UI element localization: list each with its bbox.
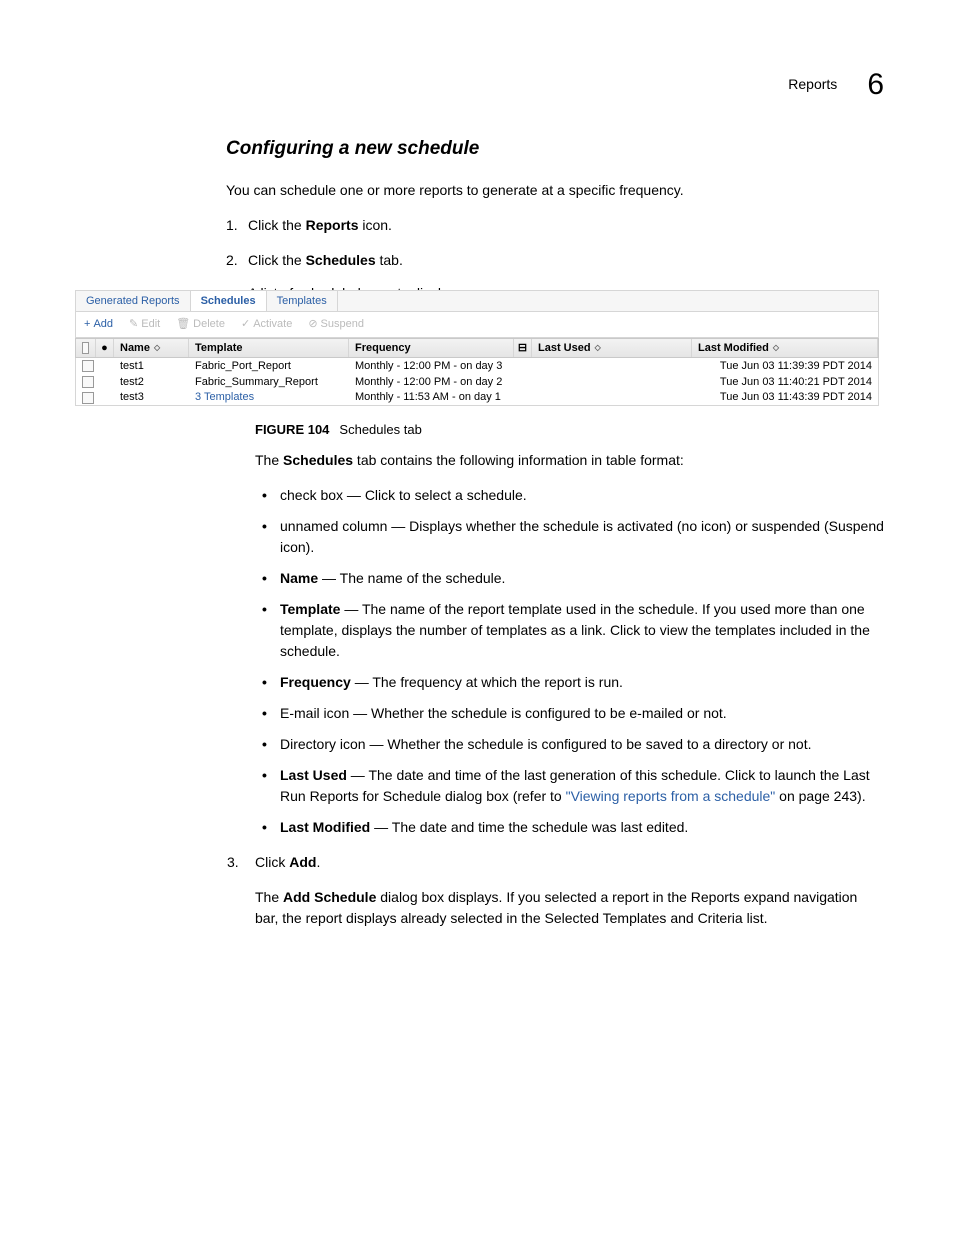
- bullet-unnamed: unnamed column — Displays whether the sc…: [280, 516, 884, 558]
- bullet-last-modified: Last Modified — The date and time the sc…: [280, 817, 884, 838]
- bullet-last-used: Last Used — The date and time of the las…: [280, 765, 884, 807]
- bullet-directory: Directory icon — Whether the schedule is…: [280, 734, 884, 755]
- tab-schedules[interactable]: Schedules: [191, 291, 267, 311]
- step-1: 1. Click the Reports icon.: [248, 215, 884, 236]
- page-header: Reports 6: [788, 62, 884, 107]
- pencil-icon: ✎: [129, 316, 138, 333]
- tab-templates[interactable]: Templates: [267, 291, 338, 311]
- sort-icon: ◇: [154, 342, 160, 354]
- section-label: Reports: [788, 74, 837, 95]
- col-checkbox[interactable]: [76, 339, 96, 357]
- section-heading: Configuring a new schedule: [226, 135, 884, 164]
- step-3: 3. Click Add. The Add Schedule dialog bo…: [255, 852, 884, 929]
- delete-button[interactable]: 🗑Delete: [168, 316, 233, 333]
- viewing-reports-link[interactable]: "Viewing reports from a schedule": [566, 788, 776, 804]
- sort-icon: ◇: [773, 342, 779, 354]
- bullet-checkbox: check box — Click to select a schedule.: [280, 485, 884, 506]
- schedules-screenshot: Generated Reports Schedules Templates +A…: [75, 290, 879, 406]
- templates-link[interactable]: 3 Templates: [189, 389, 349, 406]
- table-row[interactable]: test3 3 Templates Monthly - 11:53 AM - o…: [75, 390, 879, 406]
- step-3-sub: The Add Schedule dialog box displays. If…: [255, 887, 884, 929]
- col-frequency[interactable]: Frequency: [349, 339, 514, 357]
- activate-button[interactable]: ✓Activate: [233, 316, 300, 333]
- col-email[interactable]: ⊟: [514, 339, 532, 357]
- check-icon: ✓: [241, 316, 250, 333]
- intro-paragraph: You can schedule one or more reports to …: [226, 180, 884, 201]
- bullet-template: Template — The name of the report templa…: [280, 599, 884, 662]
- bullet-name: Name — The name of the schedule.: [280, 568, 884, 589]
- suspend-button[interactable]: ⊘Suspend: [300, 316, 372, 333]
- sort-icon: ◇: [595, 342, 601, 354]
- trash-icon: 🗑: [176, 316, 190, 333]
- table-header: ● Name◇ Template Frequency ⊟ Last Used◇ …: [75, 338, 879, 358]
- col-name[interactable]: Name◇: [114, 339, 189, 357]
- col-template[interactable]: Template: [189, 339, 349, 357]
- bullet-email: E-mail icon — Whether the schedule is co…: [280, 703, 884, 724]
- checkbox-icon[interactable]: [82, 342, 89, 354]
- schedules-tab-desc: The Schedules tab contains the following…: [255, 450, 884, 471]
- figure-caption: FIGURE 104Schedules tab: [255, 420, 422, 440]
- mail-icon: ⊟: [518, 340, 527, 357]
- row-checkbox[interactable]: [82, 392, 94, 404]
- edit-button[interactable]: ✎Edit: [121, 316, 168, 333]
- chapter-number: 6: [867, 62, 884, 107]
- bullet-frequency: Frequency — The frequency at which the r…: [280, 672, 884, 693]
- tab-generated-reports[interactable]: Generated Reports: [76, 291, 191, 311]
- toolbar: +Add ✎Edit 🗑Delete ✓Activate ⊘Suspend: [75, 312, 879, 338]
- col-last-modified[interactable]: Last Modified◇: [692, 339, 878, 357]
- table-row[interactable]: test1 Fabric_Port_Report Monthly - 12:00…: [75, 358, 879, 374]
- suspend-icon: ⊘: [308, 316, 317, 333]
- row-checkbox[interactable]: [82, 360, 94, 372]
- plus-icon: +: [84, 316, 90, 333]
- row-checkbox[interactable]: [82, 376, 94, 388]
- add-button[interactable]: +Add: [76, 316, 121, 333]
- tab-bar: Generated Reports Schedules Templates: [75, 290, 879, 312]
- table-row[interactable]: test2 Fabric_Summary_Report Monthly - 12…: [75, 374, 879, 390]
- col-status[interactable]: ●: [96, 339, 114, 357]
- col-last-used[interactable]: Last Used◇: [532, 339, 692, 357]
